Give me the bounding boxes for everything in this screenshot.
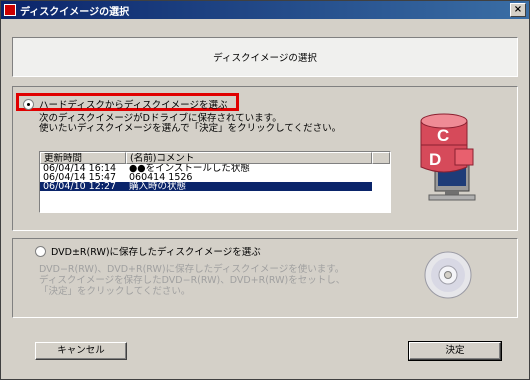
header-panel: ディスクイメージの選択: [12, 37, 518, 77]
list-header: 更新時間 (名前)コメント: [40, 152, 390, 164]
radio-dvd-label[interactable]: DVD±R(RW)に保存したディスクイメージを選ぶ: [51, 244, 261, 258]
close-button[interactable]: ×: [510, 3, 526, 17]
radio-dvd-indicator[interactable]: [35, 245, 46, 257]
radio-dvd[interactable]: DVD±R(RW)に保存したディスクイメージを選ぶ: [35, 244, 261, 258]
radio-hdd-indicator[interactable]: [23, 98, 34, 110]
header-title: ディスクイメージの選択: [213, 53, 317, 64]
hard-drive-pc-icon: C D: [420, 113, 476, 201]
cancel-button[interactable]: キャンセル: [35, 342, 127, 360]
row-time: 06/04/10 12:27: [43, 182, 117, 191]
radio-hdd-label[interactable]: ハードディスクからディスクイメージを選ぶ: [39, 97, 227, 111]
dvd-desc-line2: ディスクイメージを保存したDVD−R(RW)、DVD+R(RW)をセットし、: [39, 275, 346, 286]
dialog-window: ディスクイメージの選択 × ディスクイメージの選択 ハードディスクからディスクイ…: [0, 0, 530, 380]
app-icon: [4, 4, 16, 16]
drive-c-letter: C: [437, 126, 449, 145]
title-bar: ディスクイメージの選択 ×: [1, 1, 529, 19]
row-comment: 060414 1526: [129, 173, 193, 182]
row-comment: ●●をインストールした状態: [129, 164, 250, 173]
column-header-time[interactable]: 更新時間: [40, 152, 126, 164]
row-time: 06/04/14 15:47: [43, 173, 117, 182]
hdd-desc-line2: 使いたいディスクイメージを選んで「決定」をクリックしてください。: [39, 123, 342, 134]
list-row-selected[interactable]: 06/04/10 12:27 購入時の状態: [40, 182, 372, 191]
ok-button[interactable]: 決定: [408, 341, 502, 361]
radio-hdd[interactable]: ハードディスクからディスクイメージを選ぶ: [23, 97, 227, 111]
list-row[interactable]: 06/04/14 16:14 ●●をインストールした状態: [40, 164, 390, 173]
dvd-disc-icon: [424, 251, 472, 299]
row-comment: 購入時の状態: [129, 182, 187, 191]
row-time: 06/04/14 16:14: [43, 164, 117, 173]
column-header-filler: [372, 152, 390, 164]
window-title: ディスクイメージの選択: [20, 6, 130, 18]
dvd-desc-line1: DVD−R(RW)、DVD+R(RW)に保存したディスクイメージを使います。: [39, 264, 345, 275]
dvd-desc-line3: 「決定」をクリックしてください。: [39, 286, 191, 297]
drive-d-letter: D: [429, 150, 441, 169]
image-list[interactable]: 更新時間 (名前)コメント 06/04/14 16:14 ●●をインストールした…: [39, 151, 391, 213]
list-row[interactable]: 06/04/14 15:47 060414 1526: [40, 173, 390, 182]
column-header-comment[interactable]: (名前)コメント: [126, 152, 372, 164]
